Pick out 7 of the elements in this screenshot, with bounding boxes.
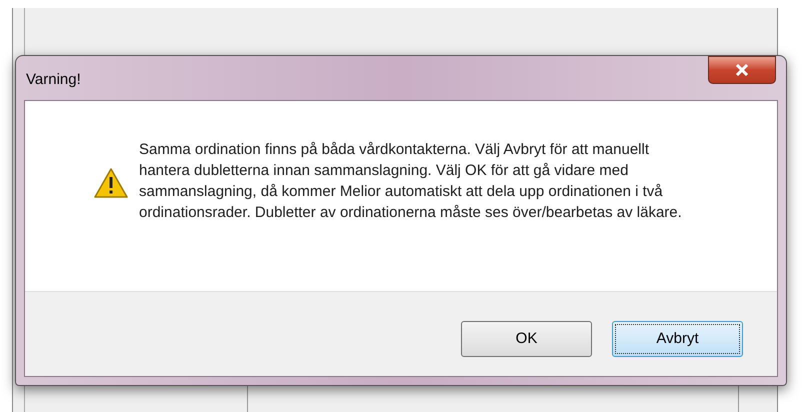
warning-icon: [93, 167, 129, 199]
dialog-button[interactable]: Avbryt: [612, 321, 743, 357]
dialog-button[interactable]: OK: [461, 321, 592, 357]
warning-message: Samma ordination finns på båda vårdkontakterna. Välj Avbryt för att manuellt hantera dubletterna innan sammanslagning. Välj OK för att gå vidare med sammanslagning, då kommer Melior automatiskt att dela upp ordinationen i två ordinationsrader. Dubletter av ordinationerna måste ses över/bearbetas av läkare.: [139, 140, 683, 223]
window-title: Varning!: [25, 70, 81, 90]
close-icon: [735, 64, 749, 76]
close-button[interactable]: [708, 56, 776, 84]
